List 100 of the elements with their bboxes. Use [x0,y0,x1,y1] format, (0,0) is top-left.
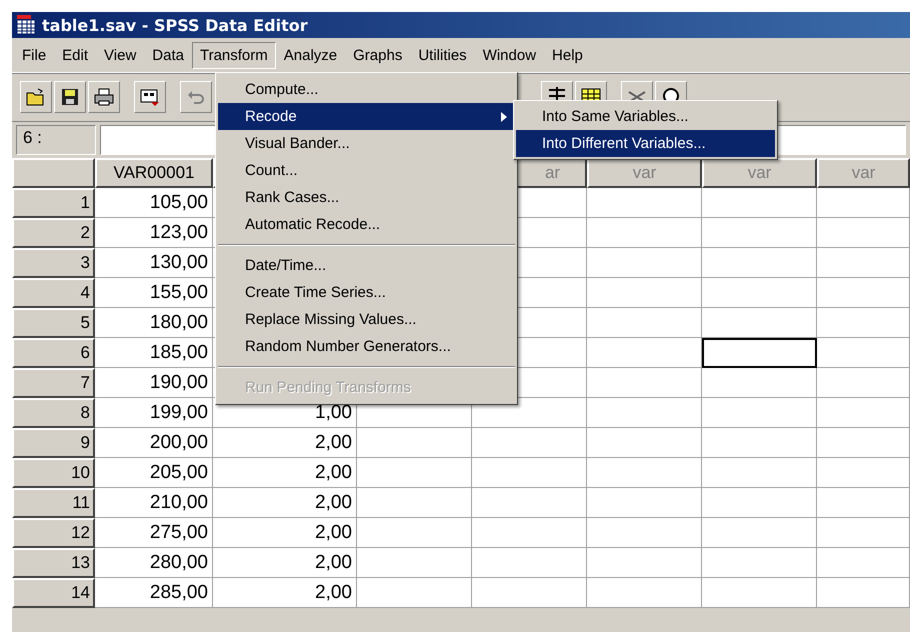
table-cell[interactable] [702,578,817,608]
table-cell[interactable] [702,488,817,518]
table-cell[interactable] [472,518,587,548]
table-cell[interactable] [817,278,910,308]
menu-item[interactable]: Edit [54,42,96,68]
row-header[interactable]: 3 [12,248,95,278]
table-cell[interactable] [817,458,910,488]
table-cell[interactable] [587,518,702,548]
menu-item[interactable]: Compute... [218,76,515,103]
table-cell[interactable] [587,458,702,488]
table-cell[interactable] [587,428,702,458]
row-header[interactable]: 9 [12,428,95,458]
menu-item[interactable]: Into Different Variables... [516,130,775,157]
menu-item[interactable]: Window [474,42,544,68]
table-cell[interactable]: 105,00 [95,188,213,218]
table-cell[interactable] [817,488,910,518]
menu-item[interactable]: View [96,42,144,68]
table-cell[interactable] [702,548,817,578]
column-header[interactable]: VAR00001 [95,158,213,188]
table-cell[interactable]: 123,00 [95,218,213,248]
table-cell[interactable]: 205,00 [95,458,213,488]
table-cell[interactable] [587,398,702,428]
table-cell[interactable] [702,458,817,488]
table-cell[interactable] [472,428,587,458]
undo-icon[interactable] [180,81,212,113]
menu-item[interactable]: Graphs [345,42,410,68]
table-cell[interactable]: 190,00 [95,368,213,398]
table-cell[interactable] [587,548,702,578]
table-cell[interactable] [702,248,817,278]
table-cell[interactable]: 210,00 [95,488,213,518]
row-header[interactable]: 7 [12,368,95,398]
table-cell[interactable]: 180,00 [95,308,213,338]
table-cell[interactable]: 2,00 [213,428,357,458]
table-cell[interactable] [702,308,817,338]
table-cell[interactable] [357,548,472,578]
print-icon[interactable] [88,81,120,113]
menu-item[interactable]: Random Number Generators... [218,333,515,360]
table-cell[interactable]: 275,00 [95,518,213,548]
row-header[interactable]: 11 [12,488,95,518]
row-header[interactable]: 6 [12,338,95,368]
row-header[interactable]: 4 [12,278,95,308]
table-cell[interactable] [587,188,702,218]
table-cell[interactable] [817,578,910,608]
table-cell[interactable]: 2,00 [213,488,357,518]
table-cell[interactable] [357,428,472,458]
table-cell[interactable] [587,368,702,398]
row-header[interactable]: 2 [12,218,95,248]
table-cell[interactable] [702,428,817,458]
menu-item[interactable]: Analyze [276,42,346,68]
table-cell[interactable] [472,488,587,518]
row-header[interactable]: 10 [12,458,95,488]
table-cell[interactable] [817,308,910,338]
table-cell[interactable] [587,578,702,608]
table-cell[interactable]: 185,00 [95,338,213,368]
menu-item[interactable]: Into Same Variables... [516,103,775,130]
table-cell[interactable] [587,308,702,338]
menu-item[interactable]: Data [144,42,192,68]
table-cell[interactable] [702,278,817,308]
menu-item[interactable]: Transform [192,42,276,68]
table-cell[interactable] [702,338,817,368]
table-cell[interactable] [472,578,587,608]
open-folder-icon[interactable] [20,81,52,113]
table-cell[interactable]: 2,00 [213,458,357,488]
table-cell[interactable] [357,488,472,518]
table-cell[interactable]: 2,00 [213,518,357,548]
save-icon[interactable] [54,81,86,113]
dialog-recall-icon[interactable] [134,81,166,113]
table-cell[interactable] [702,368,817,398]
table-cell[interactable] [587,488,702,518]
menu-item[interactable]: File [14,42,54,68]
row-header[interactable]: 8 [12,398,95,428]
table-cell[interactable]: 2,00 [213,548,357,578]
table-cell[interactable] [587,248,702,278]
table-cell[interactable]: 2,00 [213,578,357,608]
table-cell[interactable] [357,578,472,608]
table-cell[interactable]: 285,00 [95,578,213,608]
table-cell[interactable] [472,398,587,428]
table-cell[interactable] [587,218,702,248]
table-cell[interactable] [817,548,910,578]
table-cell[interactable] [472,548,587,578]
menu-item[interactable]: Recode [218,103,515,130]
table-cell[interactable]: 199,00 [95,398,213,428]
table-cell[interactable] [817,398,910,428]
table-cell[interactable] [817,248,910,278]
menu-item[interactable]: Automatic Recode... [218,211,515,238]
row-header[interactable]: 14 [12,578,95,608]
row-header[interactable]: 5 [12,308,95,338]
table-cell[interactable] [817,188,910,218]
menu-item[interactable]: Replace Missing Values... [218,306,515,333]
table-cell[interactable] [357,518,472,548]
table-cell[interactable]: 280,00 [95,548,213,578]
table-cell[interactable] [702,518,817,548]
menu-item[interactable]: Visual Bander... [218,130,515,157]
table-cell[interactable] [702,218,817,248]
table-cell[interactable] [587,278,702,308]
insert-variable-icon[interactable] [541,81,573,100]
menu-item[interactable]: Utilities [410,42,475,68]
grid-icon[interactable] [575,81,607,100]
row-header[interactable]: 12 [12,518,95,548]
table-cell[interactable] [817,338,910,368]
